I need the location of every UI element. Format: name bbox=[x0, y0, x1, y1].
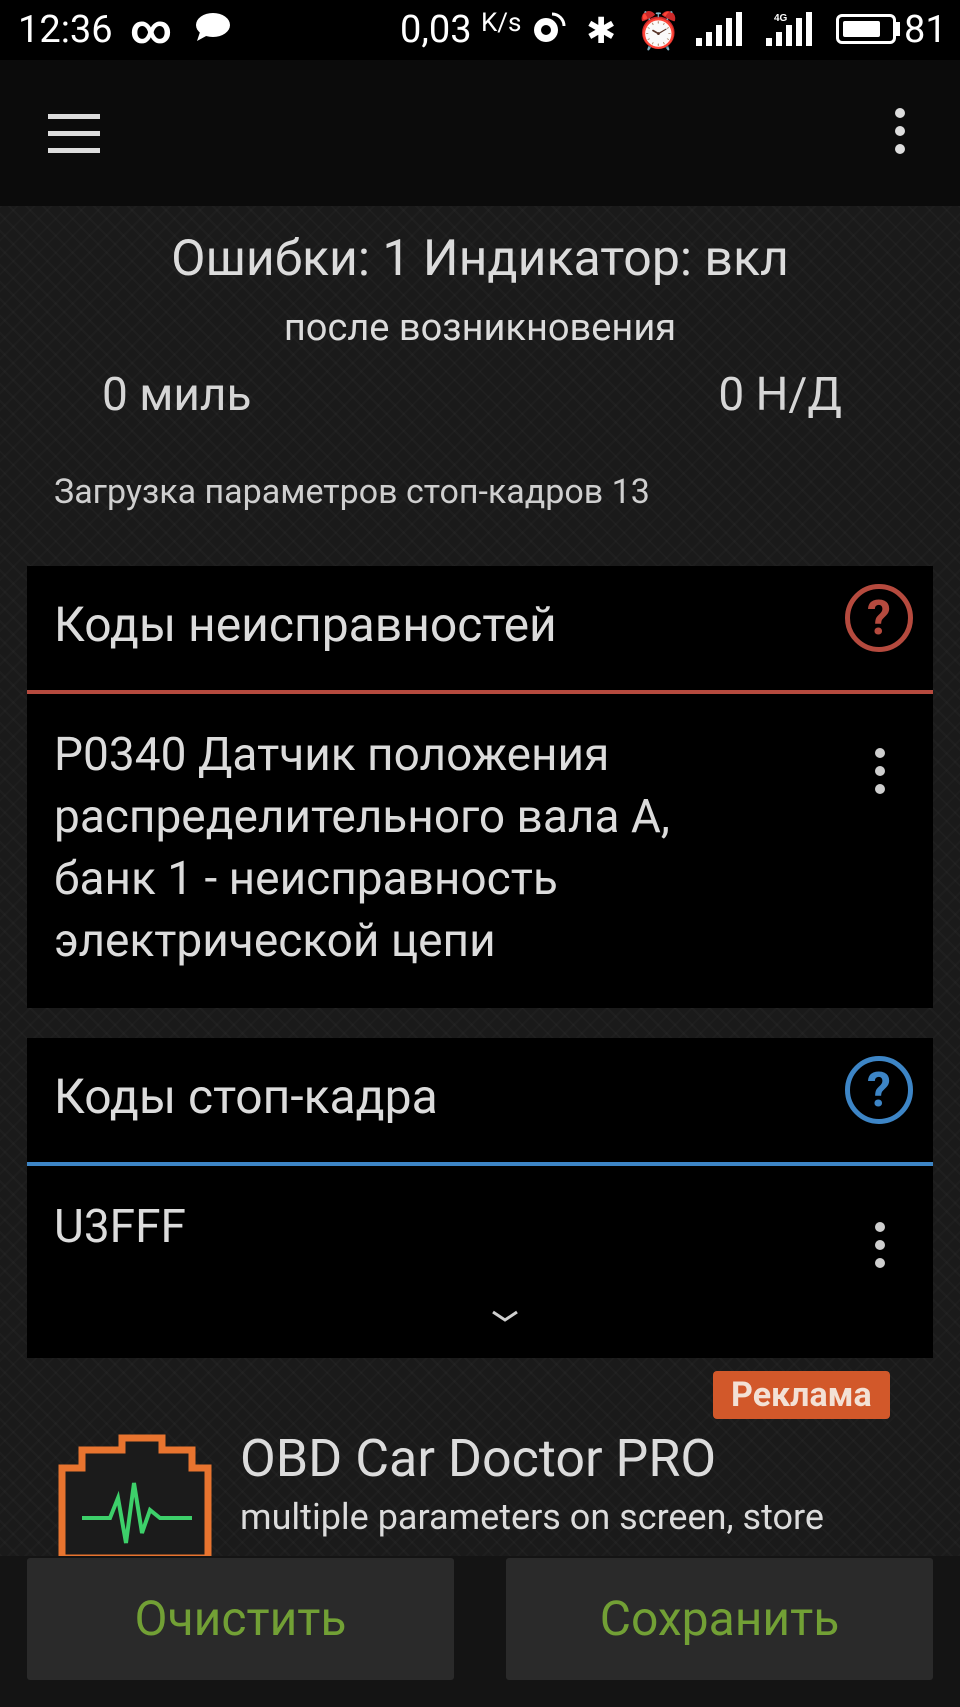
freeze-frame-card: Коды стоп-кадра ? U3FFF bbox=[27, 1038, 933, 1358]
hamburger-menu-icon[interactable] bbox=[48, 114, 100, 154]
distance-miles: 0 миль bbox=[102, 368, 252, 422]
chevron-down-icon[interactable] bbox=[490, 1306, 520, 1326]
list-item[interactable]: P0340 Датчик положения распределительног… bbox=[27, 694, 933, 1006]
freeze-frame-title: Коды стоп-кадра bbox=[54, 1068, 438, 1125]
footer-bar: Очистить Сохранить bbox=[0, 1556, 960, 1707]
battery-tip bbox=[895, 22, 900, 36]
fault-codes-title: Коды неисправностей bbox=[54, 596, 557, 653]
status-time: 12:36 bbox=[18, 8, 113, 52]
battery-icon bbox=[836, 14, 896, 44]
main-content: Ошибки: 1 Индикатор: вкл после возникнов… bbox=[0, 206, 960, 1558]
fault-codes-help-icon[interactable]: ? bbox=[845, 584, 913, 652]
battery-percent: 81 bbox=[904, 8, 947, 52]
alarm-icon: ⏰ bbox=[636, 10, 681, 52]
network-type-label: 4G bbox=[774, 13, 788, 24]
overflow-menu-icon[interactable] bbox=[890, 108, 910, 164]
freeze-frame-more-icon[interactable] bbox=[875, 1222, 885, 1276]
since-occurrence-label: после возникновения bbox=[283, 306, 677, 350]
infinity-icon: ∞ bbox=[130, 6, 172, 53]
app-bar bbox=[0, 60, 960, 206]
clear-button[interactable]: Очистить bbox=[27, 1558, 454, 1680]
battery-level-fill bbox=[843, 21, 880, 37]
errors-indicator-summary: Ошибки: 1 Индикатор: вкл bbox=[171, 230, 789, 288]
signal-bars-icon bbox=[696, 12, 742, 46]
freeze-frame-help-icon[interactable]: ? bbox=[845, 1056, 913, 1124]
fault-code-more-icon[interactable] bbox=[875, 748, 885, 802]
freeze-frame-loading-status: Загрузка параметров стоп-кадров 13 bbox=[54, 472, 650, 512]
obd-engine-logo-icon[interactable] bbox=[52, 1428, 216, 1558]
ad-description: multiple parameters on screen, store bbox=[240, 1496, 824, 1538]
fault-codes-header: Коды неисправностей ? bbox=[27, 566, 933, 694]
network-speed-value: 0,03 bbox=[400, 8, 472, 52]
distance-na: 0 Н/Д bbox=[718, 368, 842, 422]
network-speed: 0,03 K/s bbox=[400, 8, 521, 52]
save-button[interactable]: Сохранить bbox=[506, 1558, 933, 1680]
freeze-frame-header: Коды стоп-кадра ? bbox=[27, 1038, 933, 1166]
list-item[interactable]: U3FFF bbox=[27, 1166, 933, 1358]
chat-bubble-icon bbox=[196, 13, 230, 41]
fault-codes-card: Коды неисправностей ? P0340 Датчик полож… bbox=[27, 566, 933, 1008]
fault-code-text: P0340 Датчик положения распределительног… bbox=[54, 728, 670, 968]
network-speed-unit: K/s bbox=[480, 8, 522, 38]
freeze-frame-code-text: U3FFF bbox=[54, 1200, 186, 1254]
ad-badge: Реклама bbox=[713, 1371, 890, 1419]
ad-title[interactable]: OBD Car Doctor PRO bbox=[240, 1428, 716, 1489]
signal-4g-icon: 4G bbox=[766, 12, 812, 46]
nfc-icon bbox=[534, 12, 566, 42]
bluetooth-icon: ✱ bbox=[586, 10, 617, 52]
status-bar: 12:36 ∞ 0,03 K/s ✱ ⏰ 4G 81 bbox=[0, 0, 960, 60]
